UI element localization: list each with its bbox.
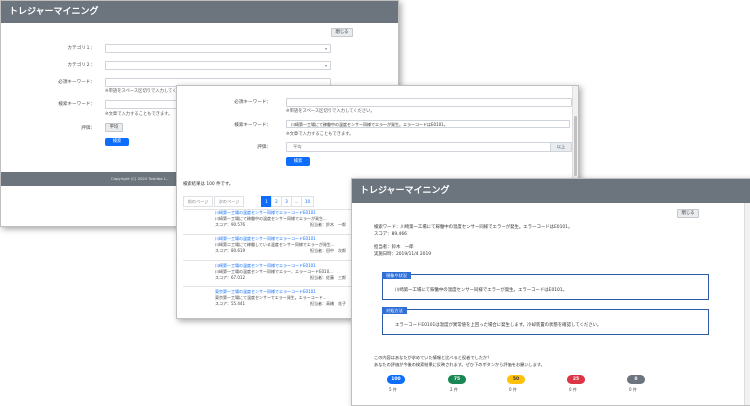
result-person: 担当者：田中 次郎 — [310, 248, 346, 253]
result-person: 担当者：高橋 花子 — [310, 301, 346, 306]
search-keyword-note: ※文章で入力することもできます。 — [105, 112, 173, 117]
detail-window: トレジャーマイニング 閉じる 検索ワード：川崎第一工場にて稼働中の温度センサー同… — [351, 178, 750, 406]
category1-label: カテゴリ１： — [67, 46, 95, 51]
search-keyword-input[interactable]: 川崎第一工場にて稼働中の温度センサー同様でエラーが発生。エラーコードはE0101… — [286, 120, 570, 128]
must-keyword-label: 必須キーワード： — [234, 100, 271, 105]
date-text: 実施日時：2019/11/4 2019 — [374, 252, 432, 257]
app-header: トレジャーマイニング — [1, 1, 398, 23]
prev-page-button[interactable]: 前のページ — [183, 196, 213, 207]
scrollbar-thumb[interactable] — [574, 116, 577, 176]
category2-label: カテゴリ２： — [67, 63, 95, 68]
result-person: 担当者：鈴木 一郎 — [310, 222, 346, 227]
rating-select[interactable]: 平均 以上 — [286, 142, 572, 152]
app-header: トレジャーマイニング — [352, 179, 750, 203]
rate-75-count: 2 件 — [450, 387, 458, 392]
must-keyword-label: 必須キーワード： — [58, 80, 95, 85]
chevron-down-icon: ▾ — [324, 46, 327, 51]
rating-suffix: 以上 — [550, 143, 571, 151]
person-text: 担当者：鈴木 一郎 — [374, 245, 414, 250]
rate-25-button[interactable]: 25 — [567, 375, 585, 384]
search-button[interactable]: 検索 — [286, 157, 310, 166]
close-button[interactable]: 閉じる — [677, 209, 699, 218]
rating-select[interactable]: 平均 — [105, 123, 123, 132]
search-keyword-input[interactable] — [105, 100, 177, 109]
rating-label: 評価： — [81, 126, 95, 131]
result-person: 担当者：佐藤 三郎 — [310, 275, 346, 280]
rate-0-count: 0 件 — [629, 387, 637, 392]
rating-value: 平均 — [293, 144, 302, 149]
close-button[interactable]: 閉じる — [331, 28, 353, 37]
rate-0-button[interactable]: 0 — [627, 375, 645, 384]
scrollbar[interactable] — [744, 203, 750, 405]
situation-panel: 現象や状況 川崎第一工場にて稼働中の温度センサー同様でエラーが発生。エラーコード… — [382, 272, 709, 300]
situation-body: 川崎第一工場にて稼働中の温度センサー同様でエラーが発生。エラーコードはE0101… — [395, 288, 568, 293]
category1-select[interactable]: ▾ — [105, 44, 331, 53]
situation-title: 現象や状況 — [382, 272, 411, 279]
rate-25-count: 0 件 — [569, 387, 577, 392]
search-keyword-label: 検索キーワード： — [58, 102, 95, 107]
rate-100-count: 5 件 — [389, 387, 397, 392]
rate-50-count: 0 件 — [509, 387, 517, 392]
search-keyword-text: 検索ワード：川崎第一工場にて稼働中の温度センサー同様でエラーが発生。エラーコード… — [374, 225, 573, 230]
score-text: スコア：89.466 — [374, 232, 407, 237]
result-count: 検索結果は 100 件です。 — [183, 182, 234, 187]
solution-title: 対処方法 — [382, 307, 407, 314]
feedback-note: あなたの評価が今後の検索結果に反映されます。ぜひ下のボタンから評価をお願いします… — [374, 362, 545, 367]
search-keyword-note: ※文章で入力することもできます。 — [286, 132, 354, 137]
must-keyword-input[interactable] — [286, 98, 572, 107]
page-10-button[interactable]: 10 — [301, 196, 314, 207]
chevron-down-icon: ▾ — [324, 63, 327, 68]
category2-select[interactable]: ▾ — [105, 61, 331, 70]
next-page-button[interactable]: 次のページ — [214, 196, 244, 207]
rate-100-button[interactable]: 100 — [387, 375, 405, 384]
rate-75-button[interactable]: 75 — [448, 375, 466, 384]
solution-body: エラーコードE0101は温度が異常値を上回った場合に発生します。冷却装置の状態を… — [395, 323, 602, 328]
feedback-question: この内容はあなたが求めていた情報と比べると役者でしたか？ — [374, 355, 492, 360]
must-keyword-note: ※単語をスペース区切りで入力してください。 — [286, 109, 375, 114]
solution-panel: 対処方法 エラーコードE0101は温度が異常値を上回った場合に発生します。冷却装… — [382, 307, 709, 335]
rating-label: 評価： — [257, 145, 271, 150]
search-button[interactable]: 検索 — [105, 138, 129, 146]
search-keyword-label: 検索キーワード： — [234, 123, 271, 128]
rate-50-button[interactable]: 50 — [507, 375, 525, 384]
